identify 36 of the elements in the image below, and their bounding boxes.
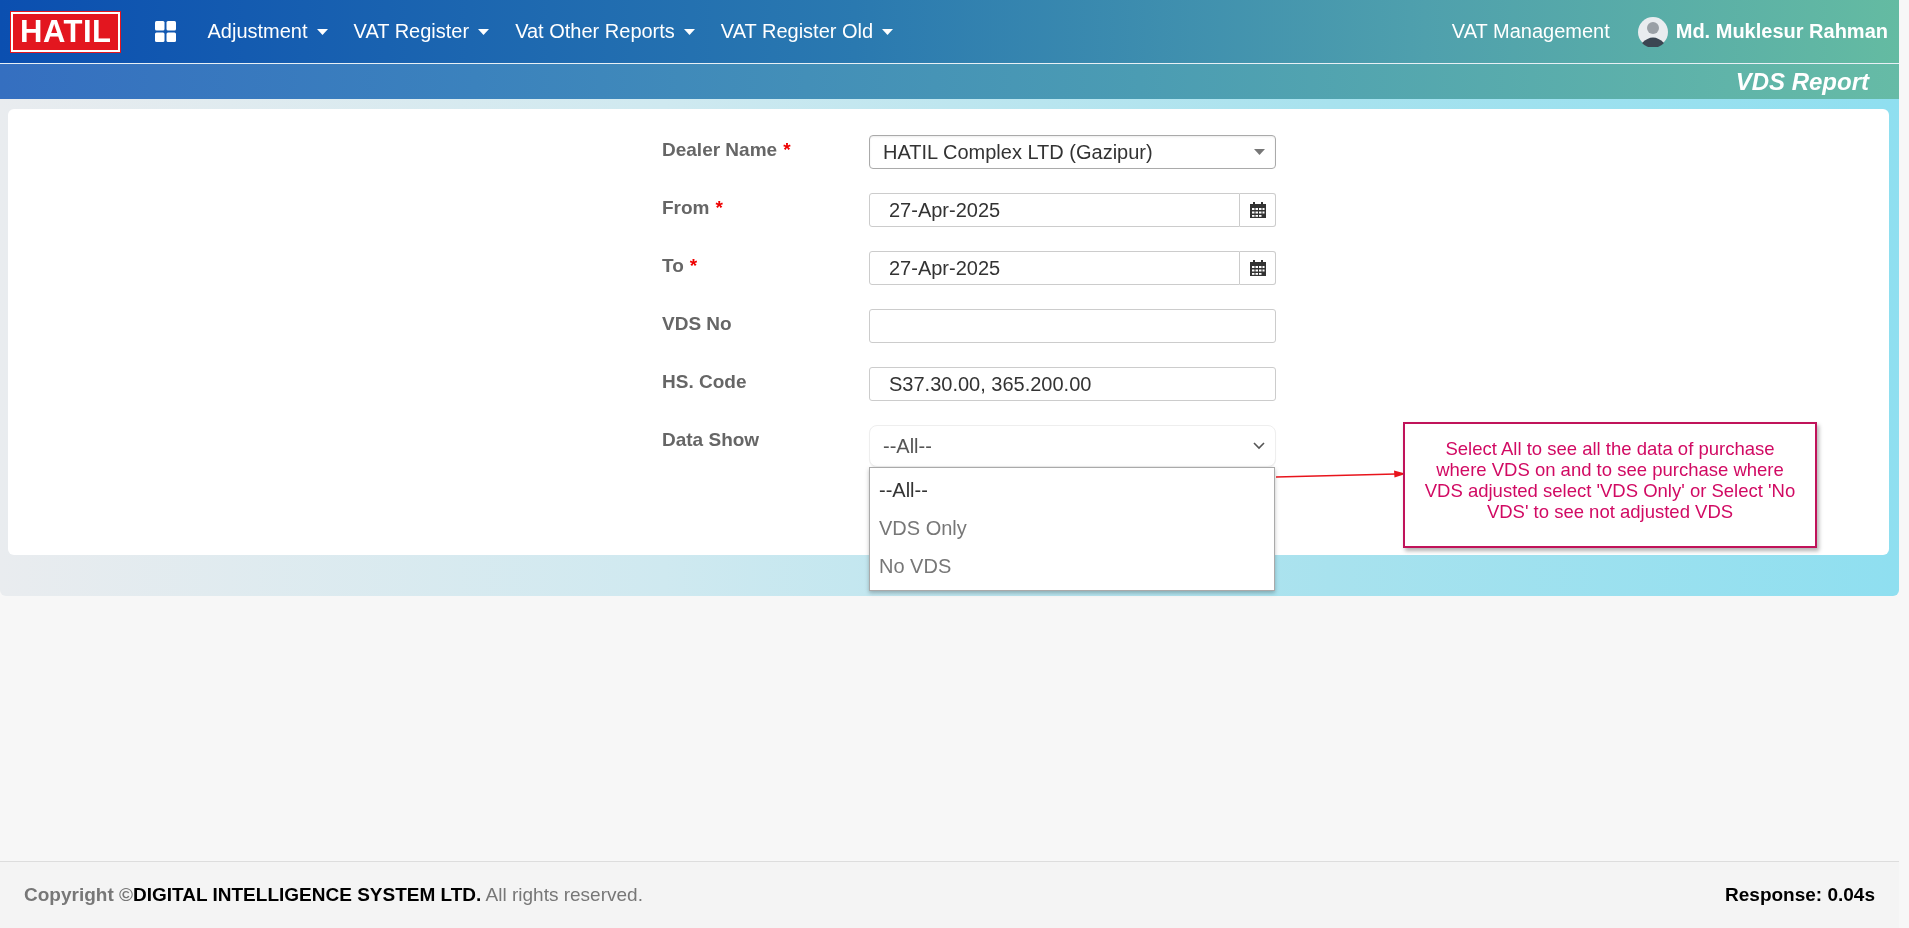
copyright-text: Copyright ©DIGITAL INTELLIGENCE SYSTEM LTD. All rights reserved.: [24, 884, 643, 906]
dropdown-option[interactable]: --All--: [870, 472, 1274, 510]
caret-icon: [478, 28, 490, 35]
nav-menu[interactable]: Vat Other Reports: [502, 20, 708, 43]
calendar-button[interactable]: [1240, 193, 1276, 227]
field-label: HS. Code: [662, 370, 748, 394]
dealer-select[interactable]: HATIL Complex LTD (Gazipur): [869, 135, 1276, 169]
annotation-callout: Select All to see all the data of purchase where VDS on and to see purchase where VDS adjusted select 'VDS Only' or Select 'No VDS' to see not adjusted VDS: [1403, 422, 1817, 548]
caret-icon: [882, 28, 894, 35]
calendar-icon: [1249, 260, 1266, 276]
field-label: From *: [662, 196, 724, 220]
user-avatar-icon[interactable]: [1637, 16, 1668, 47]
calendar-button[interactable]: [1240, 251, 1276, 285]
page-title: VDS Report: [1735, 67, 1869, 96]
chevron-down-icon: [1253, 442, 1265, 450]
field-label: Data Show: [662, 428, 761, 452]
caret-icon: [1254, 149, 1265, 155]
response-time: Response: 0.04s: [1725, 884, 1875, 906]
field-label: Dealer Name *: [662, 138, 792, 162]
nav-menu[interactable]: Adjustment: [194, 20, 341, 43]
text-field[interactable]: S37.30.00, 365.200.00: [869, 367, 1276, 401]
dropdown-option[interactable]: No VDS: [870, 548, 1274, 586]
field-label: To *: [662, 254, 699, 278]
nav-menu[interactable]: VAT Register: [340, 20, 503, 43]
caret-icon: [683, 28, 695, 35]
dropdown-option[interactable]: VDS Only: [870, 510, 1274, 548]
grid-icon[interactable]: [155, 21, 177, 42]
text-field[interactable]: [869, 309, 1276, 343]
date-field[interactable]: 27-Apr-2025: [869, 193, 1240, 227]
hatil-logo[interactable]: HATIL: [11, 11, 121, 52]
field-label: VDS No: [662, 312, 733, 336]
caret-icon: [316, 28, 328, 35]
data-show-select[interactable]: --All--: [869, 425, 1276, 467]
nav-menu[interactable]: VAT Register Old: [707, 20, 907, 43]
calendar-icon: [1249, 202, 1266, 218]
date-field[interactable]: 27-Apr-2025: [869, 251, 1240, 285]
